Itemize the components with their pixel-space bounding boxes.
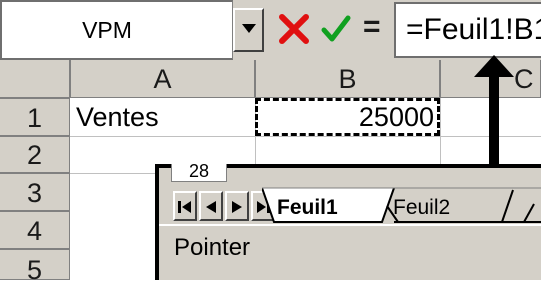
sheet-tab-feuil2[interactable]: Feuil2 bbox=[393, 196, 450, 220]
row-header-2[interactable]: 2 bbox=[0, 136, 70, 173]
row-header-5[interactable]: 5 bbox=[0, 249, 70, 285]
status-mode-text: Pointer bbox=[174, 234, 251, 261]
equals-icon[interactable]: = bbox=[363, 10, 381, 44]
previous-icon bbox=[206, 201, 216, 213]
x-icon[interactable] bbox=[279, 12, 309, 46]
first-sheet-button[interactable] bbox=[173, 191, 197, 221]
column-header-a[interactable]: A bbox=[70, 60, 255, 98]
arrow-up-icon bbox=[474, 55, 514, 77]
previous-sheet-button[interactable] bbox=[199, 191, 223, 221]
row-header-4[interactable]: 4 bbox=[0, 211, 70, 249]
row-header-1[interactable]: 1 bbox=[0, 98, 70, 136]
check-icon[interactable] bbox=[321, 14, 351, 44]
cell-a1[interactable]: Ventes bbox=[76, 102, 159, 133]
next-icon bbox=[232, 201, 242, 213]
column-header-c-label: C bbox=[514, 64, 534, 94]
next-sheet-button[interactable] bbox=[225, 191, 249, 221]
sheet-tab-feuil1[interactable]: Feuil1 bbox=[277, 196, 338, 220]
first-icon bbox=[178, 201, 191, 213]
chevron-down-icon bbox=[242, 24, 256, 33]
row-header-3[interactable]: 3 bbox=[0, 173, 70, 211]
column-header-b[interactable]: B bbox=[255, 60, 440, 98]
name-box[interactable]: VPM bbox=[0, 0, 233, 60]
name-box-dropdown-button[interactable] bbox=[233, 8, 264, 52]
select-all-corner[interactable] bbox=[0, 60, 70, 98]
formula-input[interactable]: =Feuil1!B1 bbox=[394, 2, 541, 58]
gridline bbox=[70, 136, 541, 137]
row-number-fragment: 28 bbox=[171, 164, 227, 182]
copy-marquee bbox=[255, 98, 440, 136]
